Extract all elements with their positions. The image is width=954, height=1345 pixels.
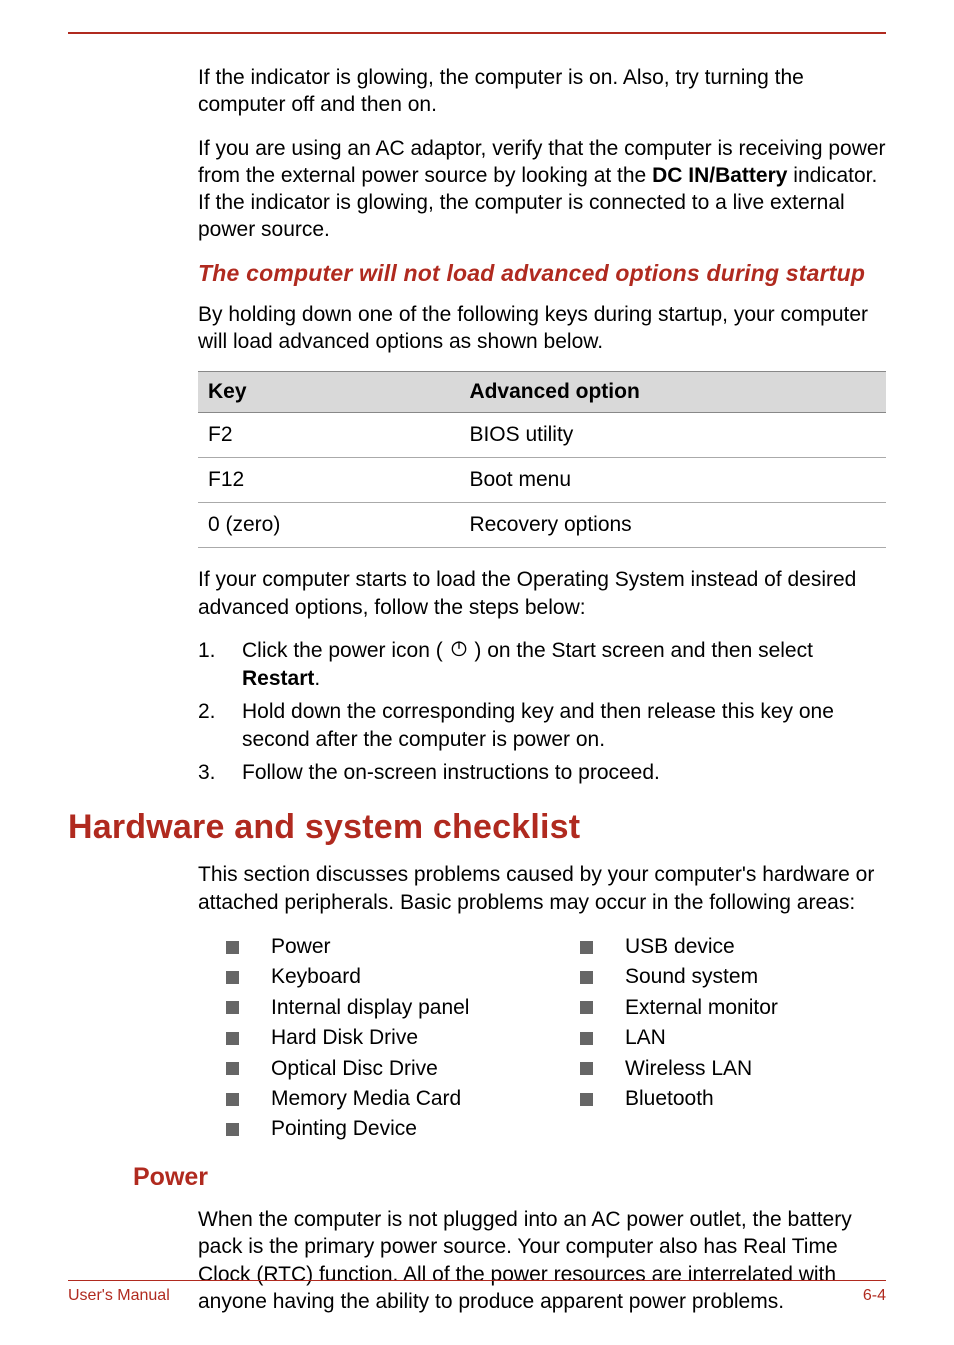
list-item: Pointing Device — [198, 1114, 532, 1144]
list-item: Optical Disc Drive — [198, 1054, 532, 1084]
body-column: If the indicator is glowing, the compute… — [198, 64, 886, 786]
bullet-icon — [226, 1123, 239, 1136]
steps-list: 1. Click the power icon ( ) on the Start… — [198, 637, 886, 786]
step-text: Hold down the corresponding key and then… — [242, 698, 886, 753]
intro-para-1: If the indicator is glowing, the compute… — [198, 64, 886, 119]
table-header-key: Key — [198, 372, 459, 413]
step-text: Follow the on-screen instructions to pro… — [242, 759, 886, 786]
page-footer: User's Manual 6-4 — [68, 1280, 886, 1305]
step-number: 1. — [198, 637, 242, 664]
list-item: Memory Media Card — [198, 1084, 532, 1114]
list-item-label: External monitor — [625, 993, 778, 1023]
list-item: LAN — [552, 1023, 886, 1053]
startup-keys-table: Key Advanced option F2 BIOS utility F12 … — [198, 371, 886, 548]
step-1-post: ) on the Start screen and then select — [469, 639, 813, 662]
step-1-pre: Click the power icon ( — [242, 639, 449, 662]
list-item-label: Keyboard — [271, 962, 361, 992]
table-header-option: Advanced option — [459, 372, 886, 413]
table-cell-option: BIOS utility — [459, 413, 886, 458]
table-cell-option: Boot menu — [459, 458, 886, 503]
table-cell-key: F2 — [198, 413, 459, 458]
after-table-para: If your computer starts to load the Oper… — [198, 566, 886, 621]
list-item: Sound system — [552, 962, 886, 992]
bullet-icon — [580, 941, 593, 954]
list-item-label: Bluetooth — [625, 1084, 714, 1114]
bullet-icon — [580, 1062, 593, 1075]
heading-power: Power — [133, 1163, 886, 1192]
hw-areas-left: Power Keyboard Internal display panel Ha… — [198, 932, 532, 1145]
list-item: Internal display panel — [198, 993, 532, 1023]
list-item: Wireless LAN — [552, 1054, 886, 1084]
step-2: 2. Hold down the corresponding key and t… — [198, 698, 886, 753]
table-row: 0 (zero) Recovery options — [198, 503, 886, 548]
list-item-label: LAN — [625, 1023, 666, 1053]
step-1-bold: Restart — [242, 667, 314, 690]
hw-areas-right: USB device Sound system External monitor… — [552, 932, 886, 1145]
step-text: Click the power icon ( ) on the Start sc… — [242, 637, 886, 692]
hw-lead: This section discusses problems caused b… — [198, 861, 886, 916]
bullet-icon — [580, 1032, 593, 1045]
bullet-icon — [226, 971, 239, 984]
top-rule — [68, 32, 886, 34]
bullet-icon — [226, 941, 239, 954]
bullet-icon — [580, 1001, 593, 1014]
bullet-icon — [226, 1032, 239, 1045]
step-1-end: . — [314, 667, 320, 690]
list-item: USB device — [552, 932, 886, 962]
bullet-icon — [226, 1001, 239, 1014]
bullet-icon — [580, 1093, 593, 1106]
table-cell-option: Recovery options — [459, 503, 886, 548]
list-item: Keyboard — [198, 962, 532, 992]
table-row: F12 Boot menu — [198, 458, 886, 503]
footer-right: 6-4 — [863, 1287, 886, 1305]
heading-hardware-checklist: Hardware and system checklist — [68, 808, 886, 847]
footer-left: User's Manual — [68, 1287, 170, 1305]
list-item: Power — [198, 932, 532, 962]
power-icon — [449, 638, 469, 665]
hw-areas-columns: Power Keyboard Internal display panel Ha… — [198, 932, 886, 1145]
list-item-label: Wireless LAN — [625, 1054, 752, 1084]
list-item-label: Internal display panel — [271, 993, 469, 1023]
list-item-label: Sound system — [625, 962, 758, 992]
intro-para-2: If you are using an AC adaptor, verify t… — [198, 135, 886, 244]
table-cell-key: 0 (zero) — [198, 503, 459, 548]
bullet-icon — [226, 1093, 239, 1106]
step-number: 2. — [198, 698, 242, 725]
list-item-label: Optical Disc Drive — [271, 1054, 438, 1084]
list-item-label: Pointing Device — [271, 1114, 417, 1144]
page: If the indicator is glowing, the compute… — [0, 0, 954, 1345]
list-item-label: Hard Disk Drive — [271, 1023, 418, 1053]
footer-row: User's Manual 6-4 — [68, 1287, 886, 1305]
hw-body: This section discusses problems caused b… — [198, 861, 886, 1145]
list-item: External monitor — [552, 993, 886, 1023]
list-item-label: Memory Media Card — [271, 1084, 461, 1114]
step-3: 3. Follow the on-screen instructions to … — [198, 759, 886, 786]
list-item-label: Power — [271, 932, 331, 962]
heading-startup-options: The computer will not load advanced opti… — [198, 260, 886, 287]
bullet-icon — [226, 1062, 239, 1075]
list-item-label: USB device — [625, 932, 735, 962]
footer-rule — [68, 1280, 886, 1281]
list-item: Hard Disk Drive — [198, 1023, 532, 1053]
step-1: 1. Click the power icon ( ) on the Start… — [198, 637, 886, 692]
table-row: F2 BIOS utility — [198, 413, 886, 458]
list-item: Bluetooth — [552, 1084, 886, 1114]
startup-lead: By holding down one of the following key… — [198, 301, 886, 356]
table-cell-key: F12 — [198, 458, 459, 503]
intro-p2-bold: DC IN/Battery — [652, 164, 787, 187]
bullet-icon — [580, 971, 593, 984]
table-header-row: Key Advanced option — [198, 372, 886, 413]
step-number: 3. — [198, 759, 242, 786]
